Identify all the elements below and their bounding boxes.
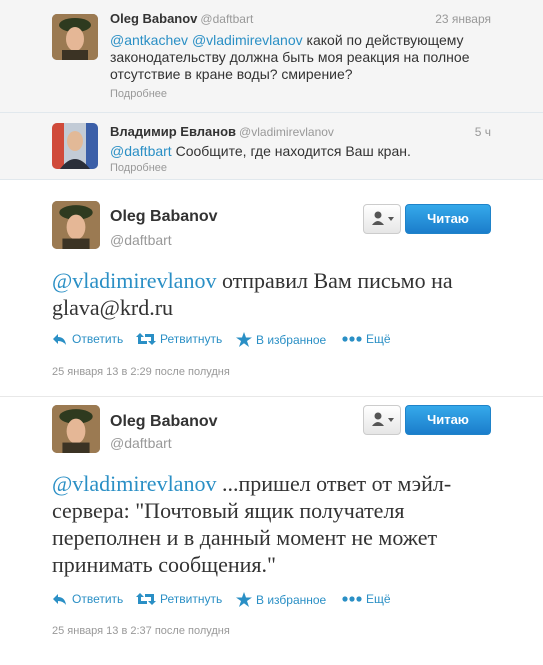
reply-arrow-icon: [53, 594, 66, 605]
person-icon: [372, 412, 394, 426]
favorite-button[interactable]: В избранное: [236, 332, 326, 347]
star-icon: [236, 332, 252, 347]
mention-link[interactable]: @antkachev: [110, 32, 188, 48]
tweet-text: @vladimirevlanov ...пришел ответ от мэйл…: [52, 471, 452, 577]
avatar-image: [52, 201, 100, 249]
more-button[interactable]: Ещё: [342, 332, 391, 346]
tweet: Oleg Babanov @daftbart Читаю @vladimirev…: [0, 180, 543, 397]
author-name[interactable]: Oleg Babanov: [110, 413, 218, 431]
user-actions-button[interactable]: [363, 405, 401, 435]
retweet-icon: [136, 333, 156, 345]
tweet: Oleg Babanov @daftbart Читаю @vladimirev…: [0, 397, 543, 665]
retweet-button[interactable]: Ретвитнуть: [136, 592, 222, 606]
retweet-icon: [136, 593, 156, 605]
person-icon: [372, 211, 394, 225]
reply-arrow-icon: [53, 334, 66, 345]
tweet-text: @vladimirevlanov отправил Вам письмо на …: [52, 268, 453, 320]
reply-button[interactable]: Ответить: [52, 592, 123, 606]
retweet-button[interactable]: Ретвитнуть: [136, 332, 222, 346]
star-icon: [236, 592, 252, 607]
avatar[interactable]: [52, 201, 100, 249]
details-link[interactable]: Подробнее: [110, 88, 167, 100]
context-tweet-2[interactable]: Владимир Евланов @vladimirevlanov 5 ч @da…: [0, 113, 543, 180]
timestamp[interactable]: 23 января: [435, 12, 491, 26]
details-link[interactable]: Подробнее: [110, 162, 167, 174]
dots-icon: [342, 596, 362, 602]
author-name[interactable]: Oleg Babanov: [110, 11, 197, 26]
context-tweet-1[interactable]: Oleg Babanov @daftbart 23 января @antkach…: [0, 0, 543, 113]
following-button[interactable]: Читаю: [405, 204, 491, 234]
user-actions-button[interactable]: [363, 204, 401, 234]
avatar-image: [52, 123, 98, 169]
favorite-button[interactable]: В избранное: [236, 592, 326, 607]
mention-link[interactable]: @daftbart: [110, 143, 172, 159]
timestamp[interactable]: 5 ч: [475, 125, 491, 139]
avatar[interactable]: [52, 405, 100, 453]
mention-link[interactable]: @vladimirevlanov: [52, 471, 216, 496]
more-button[interactable]: Ещё: [342, 592, 391, 606]
author-handle[interactable]: @daftbart: [110, 232, 172, 248]
tweet-date[interactable]: 25 января 13 в 2:29 после полудня: [52, 366, 230, 378]
author-name[interactable]: Oleg Babanov: [110, 208, 218, 226]
reply-button[interactable]: Ответить: [52, 332, 123, 346]
tweet-date[interactable]: 25 января 13 в 2:37 после полудня: [52, 625, 230, 637]
following-button[interactable]: Читаю: [405, 405, 491, 435]
tweet-text: @antkachev @vladimirevlanov какой по дей…: [110, 32, 470, 82]
tweet-text: @daftbart Сообщите, где находится Ваш кр…: [110, 143, 411, 159]
mention-link[interactable]: @vladimirevlanov: [192, 32, 303, 48]
dots-icon: [342, 336, 362, 342]
author-handle[interactable]: @vladimirevlanov: [239, 125, 334, 139]
avatar-image: [52, 405, 100, 453]
mention-link[interactable]: @vladimirevlanov: [52, 268, 216, 293]
avatar-image: [52, 14, 98, 60]
avatar[interactable]: [52, 123, 98, 169]
author-name[interactable]: Владимир Евланов: [110, 124, 236, 139]
author-handle[interactable]: @daftbart: [200, 12, 253, 26]
author-handle[interactable]: @daftbart: [110, 435, 172, 451]
avatar[interactable]: [52, 14, 98, 60]
